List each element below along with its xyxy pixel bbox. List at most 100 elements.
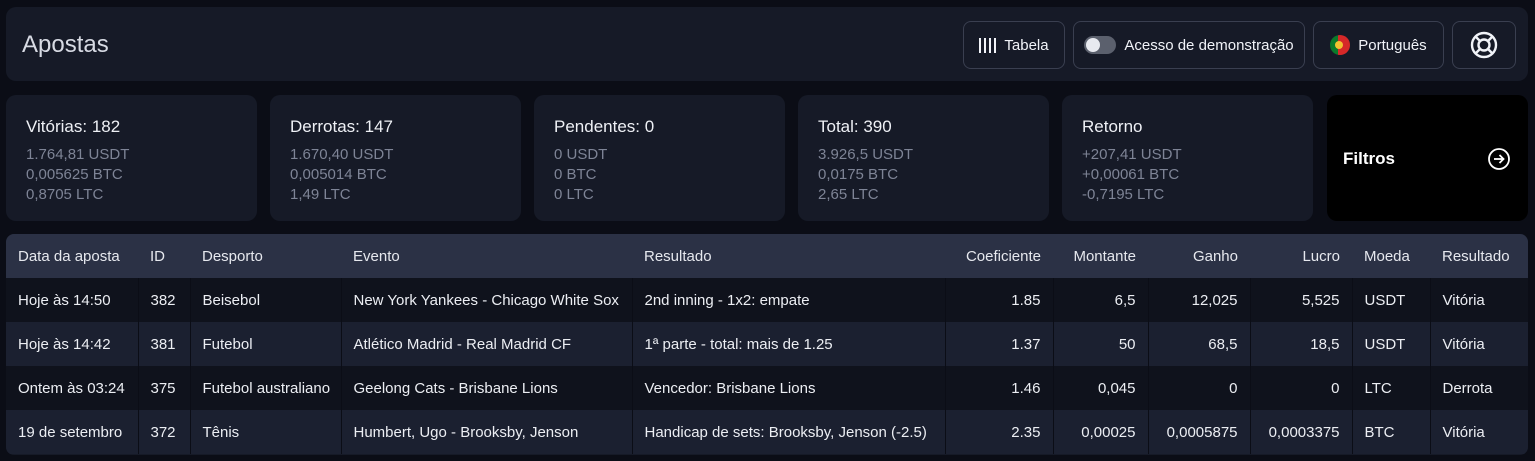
pending-card: Pendentes: 0 0 USDT 0 BTC 0 LTC (534, 95, 785, 221)
card-value: 1.764,81 USDT (26, 146, 130, 163)
column-header[interactable]: ID (138, 234, 190, 278)
help-button[interactable] (1452, 21, 1516, 69)
table-cell: 0 (1250, 366, 1353, 410)
table-cell: Hoje às 14:50 (6, 278, 139, 322)
table-cell: USDT (1352, 322, 1431, 366)
table-cell: 6,5 (1053, 278, 1149, 322)
filters-button[interactable]: Filtros (1327, 95, 1528, 221)
page-header: Apostas Tabela Acesso de demonstração Po… (6, 7, 1528, 81)
column-header[interactable]: Data da aposta (6, 234, 138, 278)
column-header[interactable]: Moeda (1352, 234, 1430, 278)
table-view-label: Tabela (1004, 36, 1049, 54)
language-label: Português (1358, 36, 1427, 54)
table-cell: 1.85 (945, 278, 1054, 322)
table-cell: 1.46 (945, 366, 1054, 410)
column-header[interactable]: Desporto (190, 234, 341, 278)
filters-label: Filtros (1343, 149, 1395, 168)
table-cell: Futebol (190, 322, 342, 366)
table-cell: Vitória (1430, 410, 1528, 454)
demo-access-toggle[interactable]: Acesso de demonstração (1073, 21, 1305, 69)
table-cell: Vitória (1430, 278, 1528, 322)
card-value: 2,65 LTC (818, 186, 879, 203)
card-value: 0 LTC (554, 186, 594, 203)
card-value: 1.670,40 USDT (290, 146, 394, 163)
table-row[interactable]: Hoje às 14:42 381 Futebol Atlético Madri… (6, 322, 1528, 366)
table-cell: 5,525 (1250, 278, 1353, 322)
table-header-row: Data da aposta ID Desporto Evento Result… (6, 234, 1528, 278)
table-cell: Derrota (1430, 366, 1528, 410)
losses-card: Derrotas: 147 1.670,40 USDT 0,005014 BTC… (270, 95, 521, 221)
total-card: Total: 390 3.926,5 USDT 0,0175 BTC 2,65 … (798, 95, 1049, 221)
table-cell: Vitória (1430, 322, 1528, 366)
wins-card: Vitórias: 182 1.764,81 USDT 0,005625 BTC… (6, 95, 257, 221)
card-value: 0 USDT (554, 146, 608, 163)
table-cell: 375 (138, 366, 191, 410)
column-header[interactable]: Montante (1053, 234, 1148, 278)
table-cell: USDT (1352, 278, 1431, 322)
column-header[interactable]: Ganho (1148, 234, 1250, 278)
table-row[interactable]: 19 de setembro 372 Tênis Humbert, Ugo - … (6, 410, 1528, 454)
card-title: Pendentes: 0 (554, 117, 655, 136)
card-value: 0,005014 BTC (290, 166, 387, 183)
column-header[interactable]: Resultado (1430, 234, 1528, 278)
table-cell: 18,5 (1250, 322, 1353, 366)
demo-access-label: Acesso de demonstração (1124, 36, 1294, 54)
table-cell: 2nd inning - 1x2: empate (632, 278, 946, 322)
table-cell: Handicap de sets: Brooksby, Jenson (-2.5… (632, 410, 946, 454)
table-cell: 381 (138, 322, 191, 366)
column-header[interactable]: Evento (341, 234, 632, 278)
table-cell: 372 (138, 410, 191, 454)
table-cell: 0,045 (1053, 366, 1149, 410)
card-value: 0 BTC (554, 166, 597, 183)
card-value: 3.926,5 USDT (818, 146, 914, 163)
card-title: Vitórias: 182 (26, 117, 121, 136)
table-cell: 0,0003375 (1250, 410, 1353, 454)
bets-table: Data da aposta ID Desporto Evento Result… (6, 234, 1528, 455)
card-title: Retorno (1082, 117, 1143, 136)
table-cell: Vencedor: Brisbane Lions (632, 366, 946, 410)
card-title: Derrotas: 147 (290, 117, 393, 136)
table-cell: 50 (1053, 322, 1149, 366)
table-cell: Futebol australiano (190, 366, 342, 410)
card-value: -0,7195 LTC (1082, 186, 1165, 203)
table-cell: 0 (1148, 366, 1251, 410)
card-title: Total: 390 (818, 117, 892, 136)
table-cell: LTC (1352, 366, 1431, 410)
table-cell: 12,025 (1148, 278, 1251, 322)
table-cell: Tênis (190, 410, 342, 454)
page-title: Apostas (22, 31, 109, 58)
toggle-icon[interactable] (1084, 36, 1117, 54)
card-value: +0,00061 BTC (1082, 166, 1180, 183)
card-value: 0,0175 BTC (818, 166, 899, 183)
table-cell: 0,00025 (1053, 410, 1149, 454)
table-cell: Ontem às 03:24 (6, 366, 139, 410)
columns-icon (979, 37, 997, 53)
table-view-button[interactable]: Tabela (963, 21, 1065, 69)
table-cell: Geelong Cats - Brisbane Lions (341, 366, 633, 410)
table-cell: Humbert, Ugo - Brooksby, Jenson (341, 410, 633, 454)
language-button[interactable]: Português (1313, 21, 1444, 69)
table-cell: 2.35 (945, 410, 1054, 454)
table-cell: Atlético Madrid - Real Madrid CF (341, 322, 633, 366)
return-card: Retorno +207,41 USDT +0,00061 BTC -0,719… (1062, 95, 1313, 221)
table-cell: New York Yankees - Chicago White Sox (341, 278, 633, 322)
column-header[interactable]: Resultado (632, 234, 945, 278)
column-header[interactable]: Lucro (1250, 234, 1352, 278)
lifebuoy-icon (1470, 31, 1498, 59)
table-cell: BTC (1352, 410, 1431, 454)
arrow-right-circle-icon (1488, 148, 1510, 170)
table-row[interactable]: Hoje às 14:50 382 Beisebol New York Yank… (6, 278, 1528, 322)
table-cell: 19 de setembro (6, 410, 139, 454)
portugal-flag-icon (1330, 35, 1351, 55)
table-cell: Beisebol (190, 278, 342, 322)
table-cell: 0,0005875 (1148, 410, 1251, 454)
card-value: 0,005625 BTC (26, 166, 123, 183)
table-row[interactable]: Ontem às 03:24 375 Futebol australiano G… (6, 366, 1528, 410)
table-cell: 1ª parte - total: mais de 1.25 (632, 322, 946, 366)
table-cell: 68,5 (1148, 322, 1251, 366)
column-header[interactable]: Coeficiente (945, 234, 1053, 278)
card-value: 1,49 LTC (290, 186, 351, 203)
card-value: +207,41 USDT (1082, 146, 1182, 163)
card-value: 0,8705 LTC (26, 186, 104, 203)
table-cell: Hoje às 14:42 (6, 322, 139, 366)
